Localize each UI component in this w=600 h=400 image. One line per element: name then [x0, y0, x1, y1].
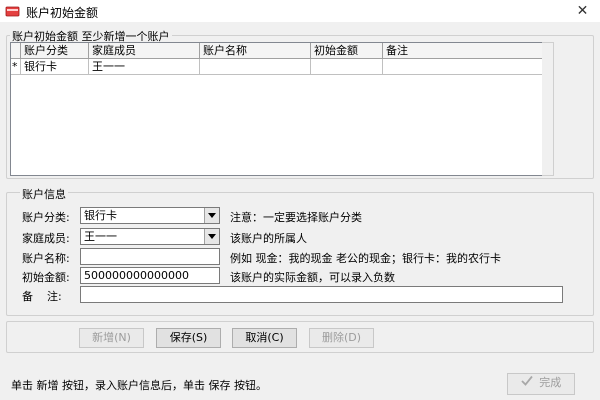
amount-label: 初始金额:: [22, 271, 70, 284]
chevron-down-icon[interactable]: [204, 229, 219, 244]
note-input[interactable]: [80, 286, 563, 303]
category-select[interactable]: 银行卡: [80, 207, 220, 224]
row-marker[interactable]: *: [11, 59, 21, 75]
note-label: 备 注:: [22, 290, 62, 303]
column-header-category[interactable]: 账户分类: [21, 43, 89, 59]
category-hint: 注意：一定要选择账户分类: [230, 211, 362, 224]
table-cell-member[interactable]: 王一一: [89, 59, 200, 75]
amount-hint: 该账户的实际金额，可以录入负数: [230, 271, 395, 284]
table-cell-category[interactable]: 银行卡: [21, 59, 89, 75]
member-label: 家庭成员:: [22, 232, 70, 245]
app-icon: [5, 4, 20, 18]
column-header-amount[interactable]: 初始金额: [311, 43, 383, 59]
member-select-value: 王一一: [84, 230, 117, 243]
check-icon: [521, 374, 533, 392]
table-cell-account-name[interactable]: [200, 59, 311, 75]
status-text: 单击 新增 按钮，录入账户信息后，单击 保存 按钮。: [11, 379, 267, 392]
chevron-down-icon[interactable]: [204, 208, 219, 223]
amount-input[interactable]: 500000000000000: [80, 267, 220, 284]
close-button[interactable]: ✕: [565, 0, 600, 22]
finish-button[interactable]: 完成: [507, 373, 575, 395]
grid-corner-cell: [11, 43, 21, 59]
account-info-group-title: 账户信息: [20, 186, 68, 202]
window-title: 账户初始金额: [26, 6, 99, 20]
cancel-button[interactable]: 取消(C): [232, 328, 297, 348]
save-button[interactable]: 保存(S): [156, 328, 221, 348]
account-name-label: 账户名称:: [22, 252, 70, 265]
category-label: 账户分类:: [22, 211, 70, 224]
category-select-value: 银行卡: [84, 209, 117, 222]
column-header-note[interactable]: 备注: [383, 43, 551, 59]
column-header-account-name[interactable]: 账户名称: [200, 43, 311, 59]
delete-button[interactable]: 删除(D): [309, 328, 374, 348]
member-hint: 该账户的所属人: [230, 232, 307, 245]
grid-scrollbar[interactable]: [542, 42, 554, 176]
table-cell-amount[interactable]: [311, 59, 383, 75]
finish-button-label: 完成: [539, 376, 562, 389]
account-name-hint: 例如 现金：我的现金 老公的现金；银行卡：我的农行卡: [230, 252, 501, 265]
member-select[interactable]: 王一一: [80, 228, 220, 245]
add-button[interactable]: 新增(N): [79, 328, 144, 348]
table-cell-note[interactable]: [383, 59, 551, 75]
accounts-grid[interactable]: 账户分类 家庭成员 账户名称 初始金额 备注 * 银行卡 王一一: [10, 42, 552, 176]
account-name-input[interactable]: [80, 248, 220, 265]
title-bar: 账户初始金额 ✕: [0, 0, 600, 22]
column-header-member[interactable]: 家庭成员: [89, 43, 200, 59]
